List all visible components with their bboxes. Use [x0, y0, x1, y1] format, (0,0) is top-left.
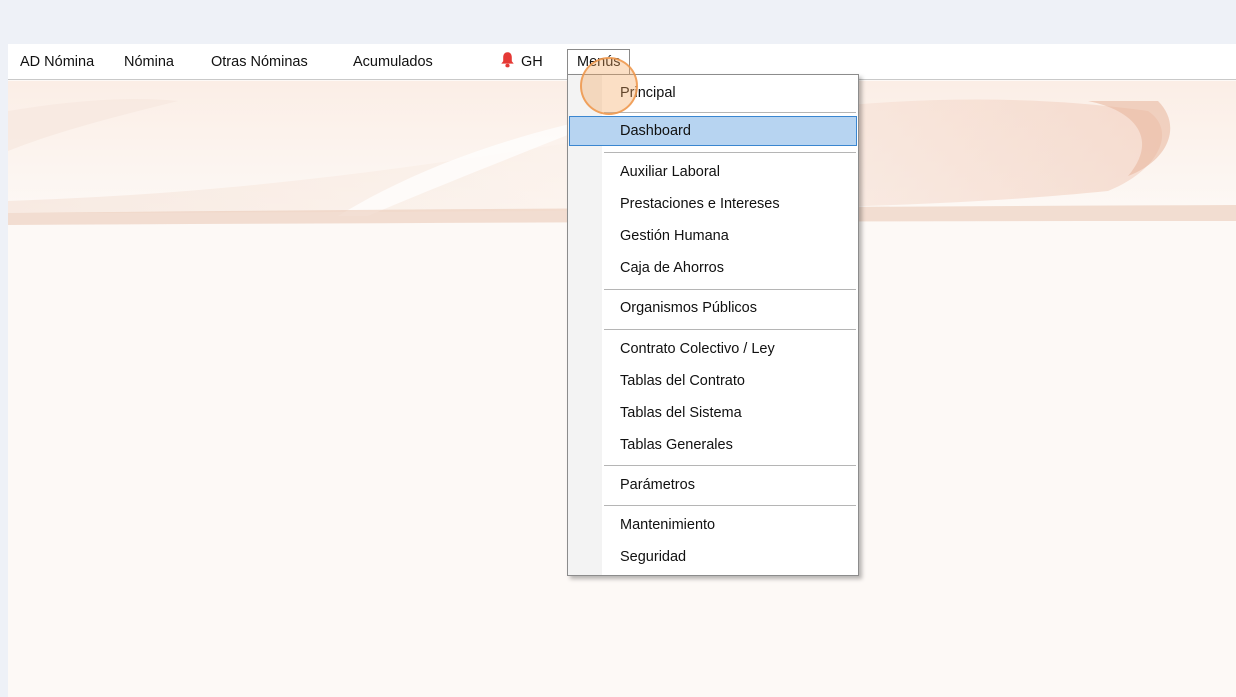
menu-nomina[interactable]: Nómina: [124, 44, 174, 80]
menu-gh[interactable]: GH: [500, 44, 543, 80]
menu-item-contrato-colectivo-ley[interactable]: Contrato Colectivo / Ley: [569, 337, 857, 361]
menu-separator: [604, 329, 856, 330]
menu-separator: [604, 289, 856, 290]
menu-ad-nomina[interactable]: AD Nómina: [20, 44, 94, 80]
menu-item-organismos-publicos[interactable]: Organismos Públicos: [569, 296, 857, 320]
menu-item-gestion-humana[interactable]: Gestión Humana: [569, 224, 857, 248]
menu-acumulados[interactable]: Acumulados: [353, 44, 433, 80]
menu-item-caja-de-ahorros[interactable]: Caja de Ahorros: [569, 256, 857, 280]
menu-item-tablas-del-sistema[interactable]: Tablas del Sistema: [569, 401, 857, 425]
menu-gh-label: GH: [521, 54, 543, 70]
menu-item-dashboard[interactable]: Dashboard: [569, 116, 857, 146]
menu-item-tablas-del-contrato[interactable]: Tablas del Contrato: [569, 369, 857, 393]
menu-separator: [604, 505, 856, 506]
menu-separator: [604, 112, 856, 113]
menu-separator: [604, 152, 856, 153]
menu-item-seguridad[interactable]: Seguridad: [569, 545, 857, 569]
dropdown-icon-gutter: [568, 75, 602, 575]
bell-icon: [501, 52, 514, 68]
menu-item-mantenimiento[interactable]: Mantenimiento: [569, 513, 857, 537]
menu-otras-nominas[interactable]: Otras Nóminas: [211, 44, 308, 80]
menu-item-parametros[interactable]: Parámetros: [569, 473, 857, 497]
menu-item-principal[interactable]: Principal: [569, 81, 857, 105]
menus-dropdown: Principal Dashboard Auxiliar Laboral Pre…: [567, 74, 859, 576]
menu-item-auxiliar-laboral[interactable]: Auxiliar Laboral: [569, 160, 857, 184]
app-window: AD Nómina Nómina Otras Nóminas Acumulado…: [8, 44, 1236, 697]
menu-item-prestaciones-e-intereses[interactable]: Prestaciones e Intereses: [569, 192, 857, 216]
menu-item-tablas-generales[interactable]: Tablas Generales: [569, 433, 857, 457]
menu-separator: [604, 465, 856, 466]
